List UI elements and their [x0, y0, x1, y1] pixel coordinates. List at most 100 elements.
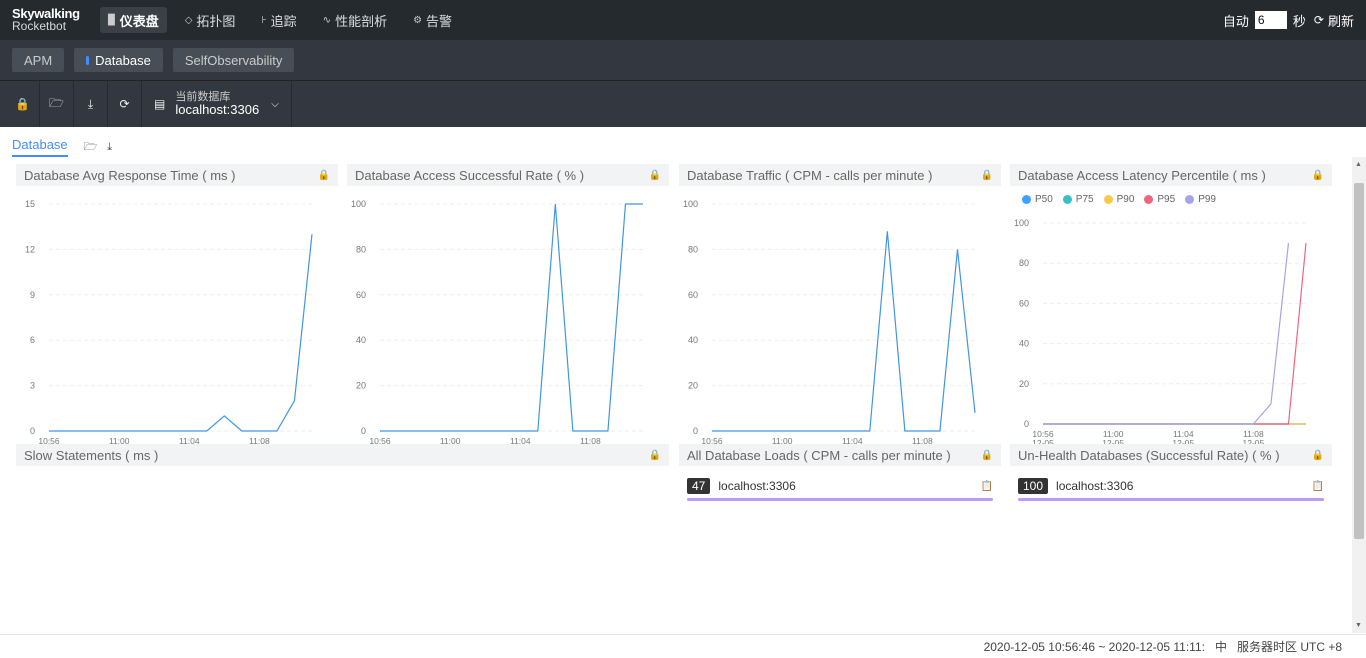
- legend-p75[interactable]: P75: [1062, 194, 1094, 205]
- y-tick-label: 0: [693, 426, 698, 436]
- nav-profile[interactable]: ∿ 性能剖析: [315, 7, 395, 33]
- alarm-icon: ⚙: [413, 14, 423, 26]
- chart-legend: P50 P75 P90 P95 P99: [1010, 186, 1332, 205]
- series-line-p95[interactable]: [1043, 243, 1307, 425]
- toolbar: 🔒 🗁 ⤓ ⟳ ▤ 当前数据库 localhost:3306 ⌵: [0, 81, 1366, 127]
- seconds-label: 秒: [1292, 13, 1306, 29]
- legend-p50[interactable]: P50: [1022, 194, 1053, 205]
- download-icon[interactable]: ⤓: [107, 141, 112, 154]
- reload-icon: ⟳: [119, 97, 130, 111]
- chevron-down-icon: ⌵: [271, 98, 279, 110]
- refresh-button[interactable]: 刷新: [1328, 11, 1354, 30]
- y-tick-label: 100: [1014, 218, 1029, 228]
- y-tick-label: 40: [688, 335, 698, 345]
- y-tick-label: 12: [25, 244, 35, 254]
- widget-header: Database Avg Response Time ( ms ) 🔒: [16, 164, 338, 186]
- main-nav: ▉ 仪表盘 ◇ 拓扑图 ⊦ 追踪 ∿ 性能剖析 ⚙ 告警: [100, 0, 470, 40]
- folder-icon[interactable]: 🗁: [84, 138, 98, 157]
- item-name: localhost:3306: [718, 479, 796, 493]
- nav-alarm[interactable]: ⚙ 告警: [405, 7, 460, 33]
- top-nav: Skywalking Rocketbot ▉ 仪表盘 ◇ 拓扑图 ⊦ 追踪 ∿ 性能剖析…: [0, 0, 1366, 40]
- list-item[interactable]: 100 localhost:3306 📋: [1010, 466, 1332, 494]
- widget-title: Slow Statements ( ms ): [24, 447, 159, 463]
- y-tick-label: 40: [1019, 339, 1029, 349]
- widget-avg-response: Database Avg Response Time ( ms ) 🔒 0 3 6 9 1…: [16, 164, 338, 461]
- auto-label[interactable]: 自动: [1223, 11, 1249, 30]
- active-indicator: [86, 55, 90, 65]
- dashboard-icon: ▉: [108, 14, 116, 26]
- series-line[interactable]: [380, 203, 643, 432]
- scroll-thumb[interactable]: [1354, 183, 1364, 539]
- widget-slow-statements: Slow Statements ( ms ) 🔒: [16, 444, 669, 466]
- nav-topology[interactable]: ◇ 拓扑图: [177, 7, 244, 33]
- legend-p90[interactable]: P90: [1103, 194, 1134, 205]
- reload-button[interactable]: ⟳: [108, 81, 142, 127]
- widget-header: Slow Statements ( ms ) 🔒: [16, 444, 669, 466]
- legend-p99[interactable]: P99: [1185, 194, 1216, 205]
- trace-icon: ⊦: [261, 14, 267, 26]
- legend-swatch: [1144, 195, 1154, 204]
- legend-label: P95: [1157, 194, 1176, 205]
- download-icon: ⤓: [87, 96, 94, 111]
- widget-title: Database Avg Response Time ( ms ): [24, 167, 236, 183]
- tab-apm[interactable]: APM: [12, 48, 65, 72]
- y-tick-label: 20: [688, 381, 698, 391]
- scroll-up-icon[interactable]: ▲: [1355, 161, 1362, 168]
- interval-input[interactable]: [1254, 11, 1287, 29]
- series-line[interactable]: [712, 231, 976, 432]
- language-toggle[interactable]: 中: [1215, 638, 1227, 655]
- copy-icon[interactable]: 📋: [1312, 481, 1324, 492]
- logo[interactable]: Skywalking Rocketbot: [0, 7, 100, 32]
- refresh-icon[interactable]: ⟳: [1314, 13, 1324, 27]
- list-item[interactable]: 47 localhost:3306 📋: [679, 466, 1001, 494]
- item-name: localhost:3306: [1056, 479, 1134, 493]
- legend-swatch: [1062, 195, 1072, 204]
- lock-icon[interactable]: 🔒: [649, 170, 661, 181]
- tab-database[interactable]: Database: [74, 48, 163, 72]
- y-tick-label: 60: [1019, 298, 1029, 308]
- timezone: 服务器时区 UTC +8: [1236, 640, 1342, 654]
- widget-title: All Database Loads ( CPM - calls per min…: [687, 447, 951, 463]
- lock-icon[interactable]: 🔒: [981, 450, 993, 461]
- y-tick-label: 20: [1019, 379, 1029, 389]
- copy-icon[interactable]: 📋: [981, 481, 993, 492]
- tab-database-dashboard[interactable]: Database: [12, 137, 68, 157]
- profile-icon: ∿: [322, 14, 332, 26]
- y-tick-label: 0: [1024, 419, 1029, 429]
- y-tick-label: 100: [683, 199, 698, 209]
- dashboard-type-tabs: APM Database SelfObservability: [0, 40, 1366, 81]
- database-selector[interactable]: ▤ 当前数据库 localhost:3306 ⌵: [142, 81, 292, 127]
- widget-header: Database Access Successful Rate ( % ) 🔒: [347, 164, 669, 186]
- lock-button[interactable]: 🔒: [6, 81, 40, 127]
- y-tick-label: 9: [30, 290, 35, 300]
- lock-icon[interactable]: 🔒: [1312, 170, 1324, 181]
- folder-button[interactable]: 🗁: [40, 81, 74, 127]
- legend-p95[interactable]: P95: [1144, 194, 1175, 205]
- download-button[interactable]: ⤓: [74, 81, 108, 127]
- y-tick-label: 80: [688, 244, 698, 254]
- nav-trace[interactable]: ⊦ 追踪: [253, 7, 304, 33]
- legend-swatch: [1185, 195, 1195, 204]
- lock-icon[interactable]: 🔒: [318, 170, 330, 181]
- nav-dashboard[interactable]: ▉ 仪表盘: [100, 7, 167, 33]
- chart-latency-percentile: 02040608010010:5612-0511:0012-0511:0412-…: [1014, 218, 1307, 448]
- nav-label: 拓扑图: [196, 13, 236, 29]
- y-tick-label: 15: [25, 199, 35, 209]
- widget-unhealth-db: Un-Health Databases (Successful Rate) ( …: [1010, 444, 1332, 501]
- y-tick-label: 60: [356, 290, 366, 300]
- lock-icon[interactable]: 🔒: [649, 450, 661, 461]
- widget-title: Database Access Successful Rate ( % ): [355, 167, 585, 183]
- widget-header: Un-Health Databases (Successful Rate) ( …: [1010, 444, 1332, 466]
- legend-swatch: [1022, 195, 1031, 204]
- lock-icon[interactable]: 🔒: [1312, 450, 1324, 461]
- scroll-down-icon[interactable]: ▼: [1355, 622, 1362, 629]
- db-value: localhost:3306: [175, 102, 260, 117]
- lock-icon[interactable]: 🔒: [981, 170, 993, 181]
- scrollbar[interactable]: ▲ ▼: [1352, 157, 1366, 633]
- tab-selfobservability[interactable]: SelfObservability: [172, 48, 295, 72]
- series-line-p99[interactable]: [1043, 243, 1290, 425]
- series-line[interactable]: [49, 234, 313, 432]
- chart-avg-response: 0369121510:5612-0511:0012-0511:0412-0511…: [25, 199, 313, 455]
- time-range[interactable]: 2020-12-05 10:56:46 ~ 2020-12-05 11:11:: [984, 640, 1205, 654]
- nav-label: 追踪: [270, 13, 297, 29]
